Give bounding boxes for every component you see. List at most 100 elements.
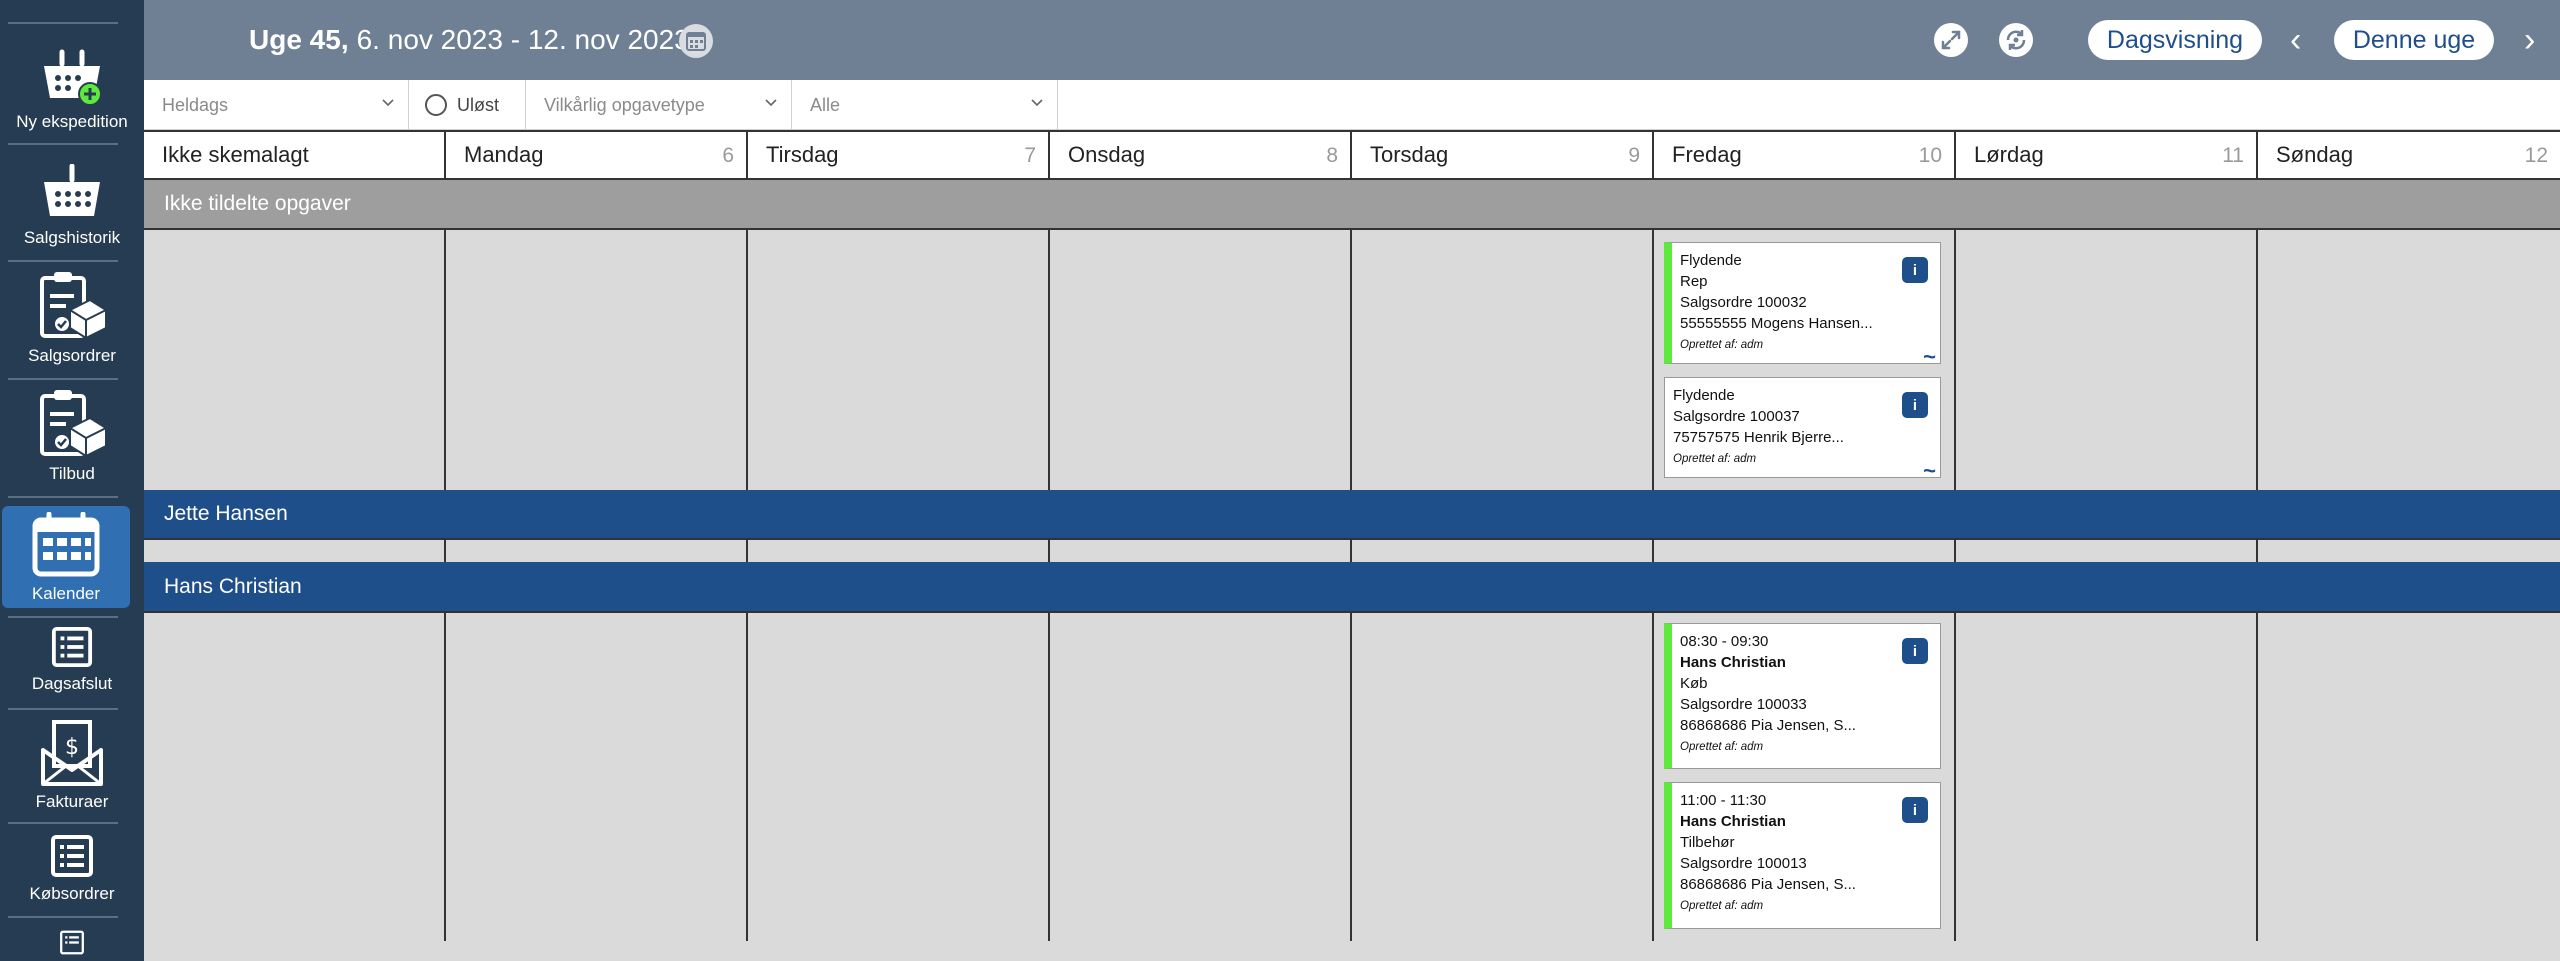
card-line: 75757575 Henrik Bjerre... <box>1673 429 1844 446</box>
sidebar-divider <box>8 916 118 918</box>
sidebar-item-kalender[interactable]: Kalender <box>2 506 130 608</box>
group-hans-christian: Hans Christian <box>144 562 2560 611</box>
prev-week-button[interactable]: ‹ <box>2290 22 2301 58</box>
day-header-thursday[interactable]: Torsdag 9 <box>1352 132 1654 178</box>
sidebar-item-label: Tilbud <box>49 464 95 483</box>
sidebar-divider <box>8 22 118 24</box>
column-divider <box>444 228 446 490</box>
card-line: Flydende <box>1673 387 1735 404</box>
sidebar-item-label: Fakturaer <box>35 792 109 811</box>
card-time: 11:00 - 11:30 <box>1680 792 1767 809</box>
group-unassigned-tasks: Ikke tildelte opgaver <box>144 180 2560 228</box>
info-button[interactable]: i <box>1902 638 1928 664</box>
card-created-by: Oprettet af: adm <box>1680 741 1764 753</box>
card-line: Tilbehør <box>1680 834 1735 851</box>
day-header-wednesday[interactable]: Onsdag 8 <box>1050 132 1352 178</box>
calendar-icon <box>686 32 706 51</box>
day-name: Søndag <box>2276 142 2354 167</box>
sidebar-divider <box>8 616 118 618</box>
chevron-down-icon <box>1031 99 1043 107</box>
task-card[interactable]: Flydende Rep Salgsordre 100032 55555555 … <box>1664 242 1941 368</box>
card-line: Køb <box>1680 675 1708 692</box>
row-divider <box>144 538 2560 540</box>
sidebar: Ny ekspedition Salgshistorik Salgsordrer <box>0 0 144 961</box>
column-divider <box>1048 611 1050 941</box>
column-divider <box>746 611 748 941</box>
sidebar-item-label: Købsordrer <box>29 884 115 903</box>
resize-handle-icon[interactable]: ~ <box>1923 346 1936 368</box>
info-button[interactable]: i <box>1902 797 1928 823</box>
filter-bar: Heldags Uløst Vilkårlig opgavetype Alle <box>144 80 2560 130</box>
appointment-card[interactable]: 08:30 - 09:30 Hans Christian Køb Salgsor… <box>1664 623 1941 769</box>
card-person: Hans Christian <box>1680 654 1786 671</box>
list-icon <box>51 626 93 668</box>
expand-icon <box>1941 30 1961 50</box>
column-divider <box>1350 538 1352 562</box>
column-divider <box>1652 228 1654 490</box>
column-divider <box>1652 611 1654 941</box>
day-number: 8 <box>1326 144 1338 167</box>
sidebar-item-ny-ekspedition[interactable]: Ny ekspedition <box>0 36 144 132</box>
resize-handle-icon[interactable]: ~ <box>1923 460 1936 482</box>
sidebar-divider <box>8 496 118 498</box>
day-header-friday[interactable]: Fredag 10 <box>1654 132 1956 178</box>
info-button[interactable]: i <box>1902 392 1928 418</box>
allday-filter-value: Heldags <box>162 94 229 115</box>
sidebar-item-salgshistorik[interactable]: Salgshistorik <box>0 156 144 248</box>
sidebar-item-dagsafslut[interactable]: Dagsafslut <box>0 626 144 694</box>
task-card[interactable]: Flydende Salgsordre 100037 75757575 Henr… <box>1664 377 1941 482</box>
column-divider <box>1954 611 1956 941</box>
week-title: Uge 45, 6. nov 2023 - 12. nov 2023 <box>249 24 690 56</box>
sidebar-divider <box>8 260 118 262</box>
card-line: Salgsordre 100033 <box>1680 696 1807 713</box>
day-name: Tirsdag <box>766 142 839 167</box>
basket-add-icon <box>44 49 102 106</box>
sidebar-item-tilbud[interactable]: Tilbud <box>0 388 144 484</box>
unresolved-label: Uløst <box>457 94 499 115</box>
day-number: 10 <box>1918 144 1942 167</box>
unresolved-radio[interactable] <box>425 94 447 116</box>
date-range: 6. nov 2023 - 12. nov 2023 <box>356 24 690 55</box>
list-icon <box>51 835 93 877</box>
appointment-card[interactable]: 11:00 - 11:30 Hans Christian Tilbehør Sa… <box>1664 782 1941 929</box>
next-week-button[interactable]: › <box>2524 22 2535 58</box>
day-name: Mandag <box>464 142 544 167</box>
task-type-filter[interactable]: Vilkårlig opgavetype <box>526 80 792 130</box>
day-header-saturday[interactable]: Lørdag 11 <box>1956 132 2258 178</box>
column-divider <box>1652 538 1654 562</box>
column-divider <box>1350 611 1352 941</box>
clipboard-box-icon <box>40 390 107 458</box>
date-picker-button[interactable] <box>679 24 713 58</box>
sidebar-item-fakturaer[interactable]: $ Fakturaer <box>0 718 144 812</box>
svg-text:$: $ <box>65 735 79 760</box>
card-line: 55555555 Mogens Hansen... <box>1680 315 1873 332</box>
day-header-tuesday[interactable]: Tirsdag 7 <box>748 132 1050 178</box>
unresolved-filter[interactable]: Uløst <box>409 80 526 130</box>
sidebar-item-more[interactable] <box>0 930 144 961</box>
column-divider <box>444 611 446 941</box>
day-view-button[interactable]: Dagsvisning <box>2088 20 2262 60</box>
basket-icon <box>44 164 100 216</box>
day-header-row: Ikke skemalagt Mandag 6 Tirsdag 7 Onsdag… <box>144 130 2560 180</box>
this-week-button[interactable]: Denne uge <box>2334 20 2494 60</box>
day-header-unscheduled: Ikke skemalagt <box>144 132 446 178</box>
card-time: 08:30 - 09:30 <box>1680 633 1769 650</box>
allday-filter[interactable]: Heldags <box>144 80 409 130</box>
refresh-button[interactable] <box>1999 23 2033 57</box>
card-created-by: Oprettet af: adm <box>1673 453 1757 465</box>
day-header-sunday[interactable]: Søndag 12 <box>2258 132 2560 178</box>
all-filter-value: Alle <box>810 94 841 115</box>
sidebar-item-salgsordrer[interactable]: Salgsordrer <box>0 270 144 366</box>
clipboard-box-icon <box>40 272 107 340</box>
all-filter[interactable]: Alle <box>792 80 1058 130</box>
info-button[interactable]: i <box>1902 257 1928 283</box>
sidebar-divider <box>8 822 118 824</box>
card-person: Hans Christian <box>1680 813 1786 830</box>
expand-button[interactable] <box>1934 23 1968 57</box>
week-label: Uge 45, <box>249 24 349 55</box>
day-number: 12 <box>2524 144 2548 167</box>
calendar-icon <box>32 512 100 577</box>
sidebar-item-label: Dagsafslut <box>31 674 113 693</box>
sidebar-item-kobsordrer[interactable]: Købsordrer <box>0 834 144 904</box>
day-header-monday[interactable]: Mandag 6 <box>446 132 748 178</box>
